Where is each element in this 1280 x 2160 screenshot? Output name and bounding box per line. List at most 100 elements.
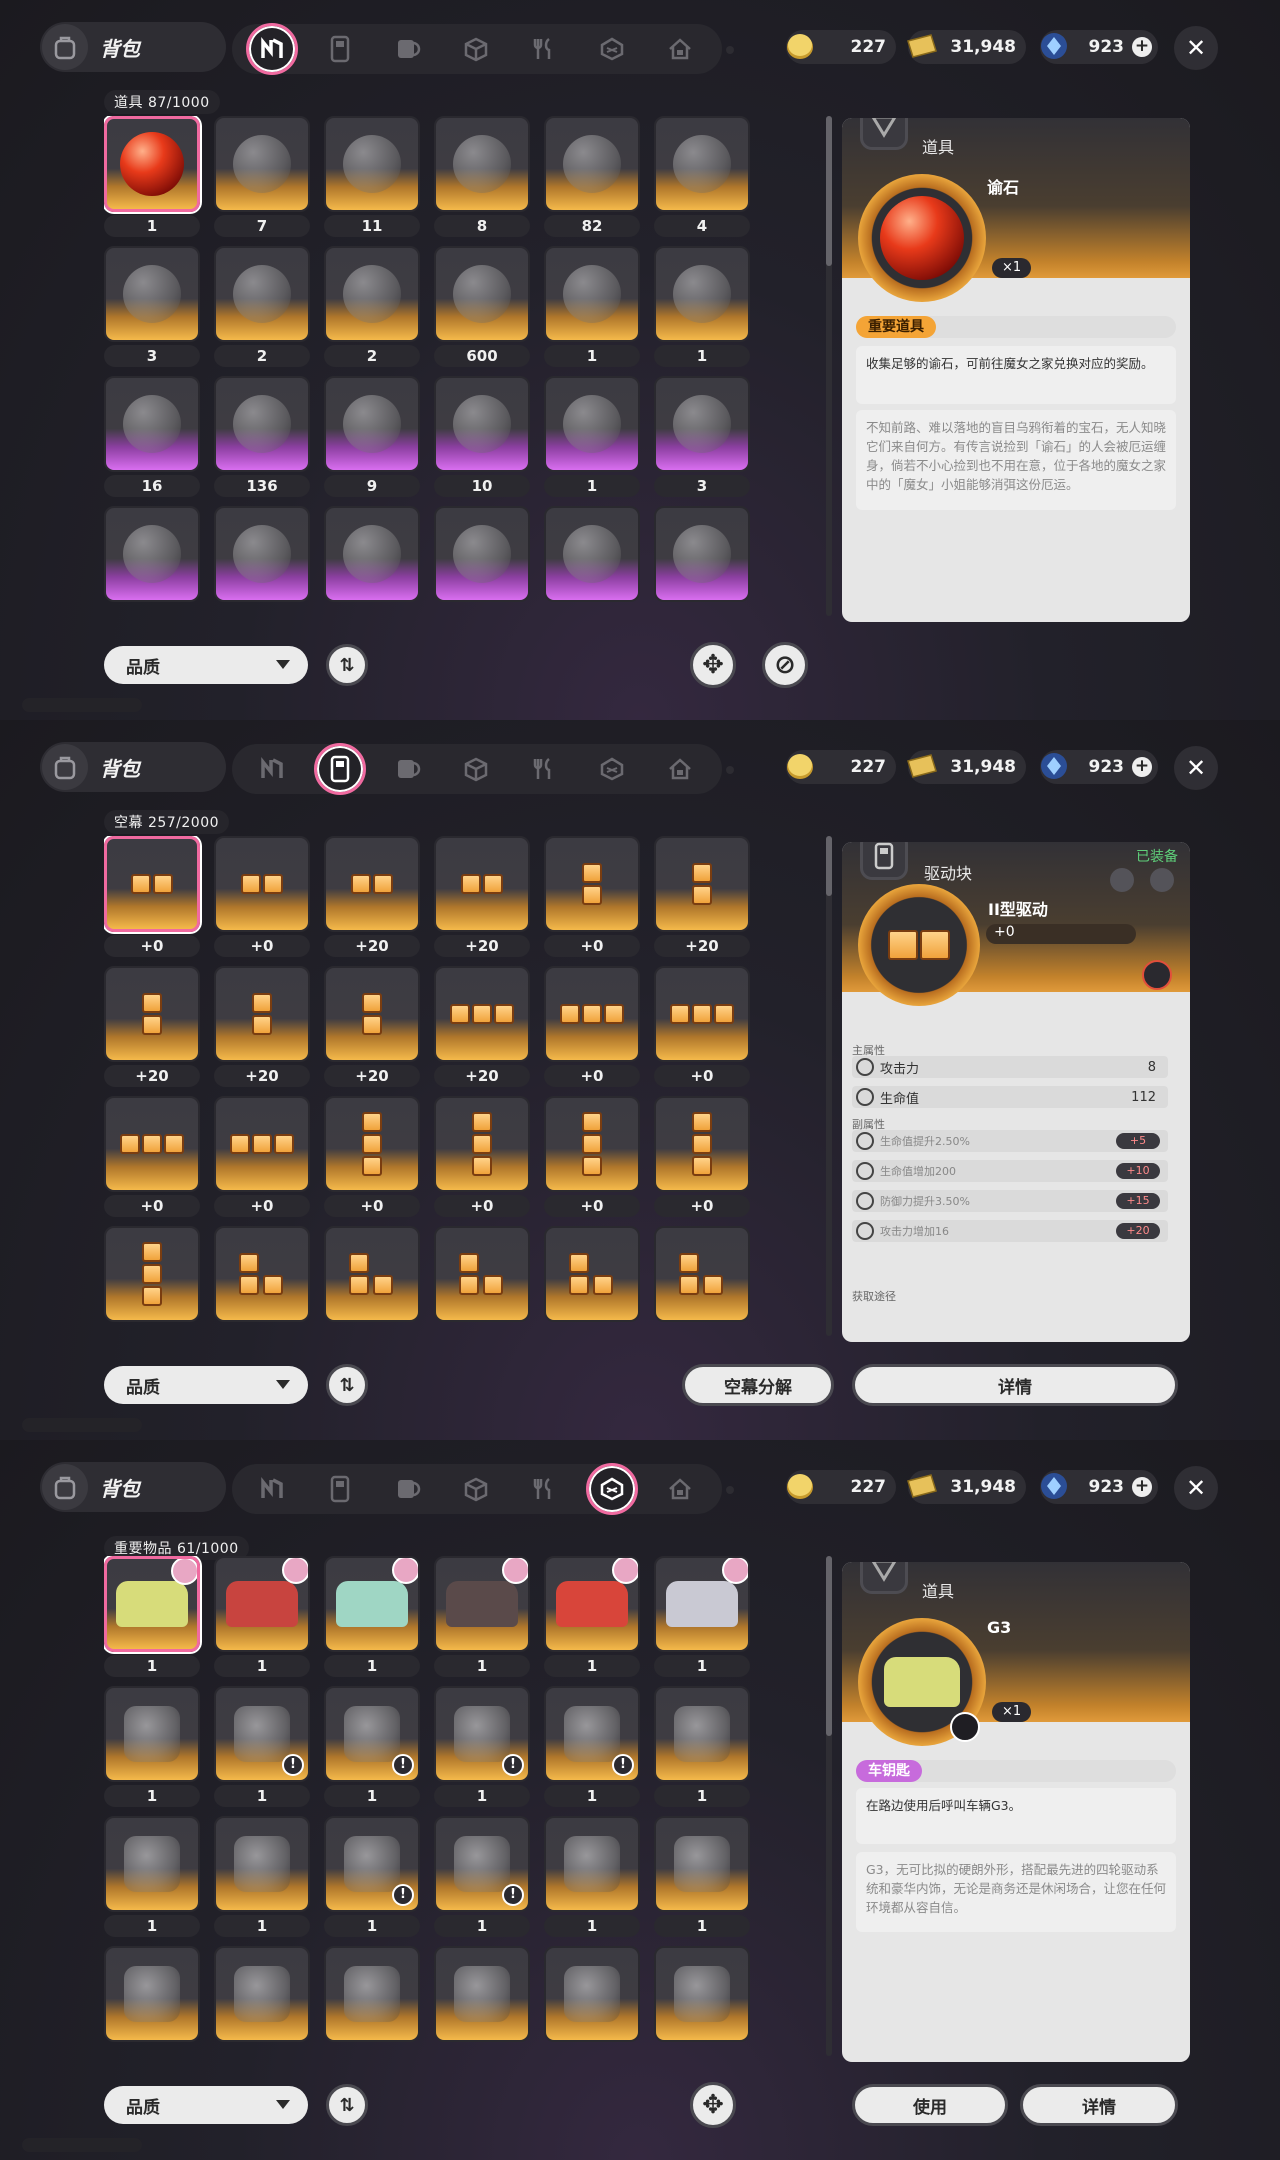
key-item-slot[interactable]: ! 1 bbox=[434, 1816, 530, 1940]
drive-disc-slot[interactable]: +0 bbox=[544, 1096, 640, 1220]
drive-disc-card[interactable] bbox=[214, 966, 310, 1062]
drive-disc-slot[interactable]: +20 bbox=[324, 1226, 420, 1322]
item-slot[interactable]: 1 bbox=[544, 246, 640, 370]
drive-disc-card[interactable] bbox=[214, 836, 310, 932]
drive-disc-card[interactable] bbox=[654, 966, 750, 1062]
sort-button[interactable]: ⇅ bbox=[326, 644, 368, 686]
key-item-slot[interactable]: 1 bbox=[104, 1686, 200, 1810]
sort-button[interactable]: ⇅ bbox=[326, 1364, 368, 1406]
details-button[interactable]: 详情 bbox=[852, 1364, 1178, 1406]
drive-disc-card[interactable] bbox=[544, 1226, 640, 1322]
item-card[interactable] bbox=[544, 506, 640, 602]
drive-disc-card[interactable] bbox=[214, 1226, 310, 1322]
key-item-slot[interactable]: 1 bbox=[434, 1556, 530, 1680]
key-item-card[interactable] bbox=[654, 1946, 750, 2042]
drive-disc-card[interactable] bbox=[104, 1226, 200, 1322]
key-item-slot[interactable]: 1 bbox=[104, 1946, 200, 2042]
drive-disc-slot[interactable]: +0 bbox=[324, 1096, 420, 1220]
item-card[interactable] bbox=[324, 506, 420, 602]
item-slot[interactable]: 16 bbox=[104, 376, 200, 500]
key-item-slot[interactable]: 1 bbox=[654, 1946, 750, 2042]
item-card[interactable] bbox=[214, 506, 310, 602]
close-button[interactable]: ✕ bbox=[1174, 26, 1218, 70]
item-slot[interactable]: 69 bbox=[214, 506, 310, 602]
use-button[interactable]: 使用 bbox=[852, 2084, 1008, 2126]
item-slot[interactable]: 4 bbox=[434, 506, 530, 602]
tab-materials[interactable] bbox=[442, 744, 510, 794]
tab-items[interactable] bbox=[238, 1464, 306, 1514]
key-item-card[interactable] bbox=[104, 1556, 200, 1652]
item-slot[interactable]: 3 bbox=[104, 246, 200, 370]
bag-button[interactable]: 背包 bbox=[40, 1462, 226, 1512]
item-slot[interactable]: 3 bbox=[654, 376, 750, 500]
quality-dropdown[interactable]: 品质 bbox=[104, 2086, 308, 2124]
add-gem-icon[interactable]: + bbox=[1132, 1477, 1152, 1497]
drive-disc-slot[interactable]: +0 bbox=[434, 1096, 530, 1220]
key-item-card[interactable]: ! bbox=[434, 1816, 530, 1912]
quality-dropdown[interactable]: 品质 bbox=[104, 1366, 308, 1404]
lock-icon[interactable] bbox=[1150, 868, 1174, 892]
item-card[interactable] bbox=[104, 116, 200, 212]
key-item-slot[interactable]: 1 bbox=[104, 1556, 200, 1680]
item-card[interactable] bbox=[654, 376, 750, 472]
key-item-card[interactable]: ! bbox=[214, 1686, 310, 1782]
discard-button[interactable]: ⊘ bbox=[762, 642, 808, 688]
drive-disc-card[interactable] bbox=[654, 1096, 750, 1192]
key-item-card[interactable] bbox=[104, 1946, 200, 2042]
move-button[interactable]: ✥ bbox=[690, 642, 736, 688]
tab-key-items[interactable] bbox=[578, 1463, 646, 1515]
key-item-card[interactable]: ! bbox=[324, 1686, 420, 1782]
key-item-card[interactable] bbox=[324, 1556, 420, 1652]
drive-disc-slot[interactable]: +20 bbox=[434, 966, 530, 1090]
sort-button[interactable]: ⇅ bbox=[326, 2084, 368, 2126]
drive-disc-slot[interactable]: +0 bbox=[654, 966, 750, 1090]
key-item-slot[interactable]: ! 1 bbox=[434, 1686, 530, 1810]
drive-disc-slot[interactable]: +0 bbox=[544, 1226, 640, 1322]
tab-items[interactable] bbox=[238, 23, 306, 75]
item-slot[interactable]: 17 bbox=[544, 506, 640, 602]
item-slot[interactable]: 7 bbox=[214, 116, 310, 240]
tab-food[interactable] bbox=[510, 1464, 578, 1514]
item-slot[interactable]: 1 bbox=[104, 116, 200, 240]
item-card[interactable] bbox=[544, 246, 640, 342]
quality-dropdown[interactable]: 品质 bbox=[104, 646, 308, 684]
item-card[interactable] bbox=[104, 246, 200, 342]
key-item-slot[interactable]: 75 bbox=[324, 1946, 420, 2042]
item-slot[interactable]: 1013 bbox=[654, 506, 750, 602]
decompose-button[interactable]: 空幕分解 bbox=[682, 1364, 834, 1406]
tab-drive-discs[interactable] bbox=[306, 743, 374, 795]
scroll-thumb[interactable] bbox=[826, 1556, 832, 1736]
drive-disc-card[interactable] bbox=[434, 836, 530, 932]
zoom-icon[interactable] bbox=[950, 1712, 980, 1742]
item-slot[interactable]: 8 bbox=[434, 116, 530, 240]
tab-drive-discs[interactable] bbox=[306, 1464, 374, 1514]
drive-disc-slot[interactable]: +0 bbox=[654, 1096, 750, 1220]
drive-disc-card[interactable] bbox=[434, 966, 530, 1062]
key-item-card[interactable] bbox=[544, 1946, 640, 2042]
item-card[interactable] bbox=[654, 116, 750, 212]
key-item-slot[interactable]: 1 bbox=[434, 1946, 530, 2042]
item-card[interactable] bbox=[434, 246, 530, 342]
item-card[interactable] bbox=[324, 376, 420, 472]
tab-key-items[interactable] bbox=[578, 744, 646, 794]
move-button[interactable]: ✥ bbox=[690, 2082, 736, 2128]
drive-disc-card[interactable] bbox=[544, 1096, 640, 1192]
add-gem-icon[interactable]: + bbox=[1132, 37, 1152, 57]
bag-button[interactable]: 背包 bbox=[40, 742, 226, 792]
key-item-card[interactable] bbox=[654, 1686, 750, 1782]
tab-furniture[interactable] bbox=[646, 1464, 714, 1514]
drive-disc-card[interactable] bbox=[654, 836, 750, 932]
drive-disc-card[interactable] bbox=[654, 1226, 750, 1322]
tab-food[interactable] bbox=[510, 744, 578, 794]
drive-disc-slot[interactable]: +0 bbox=[214, 836, 310, 960]
key-item-card[interactable] bbox=[434, 1556, 530, 1652]
tab-items[interactable] bbox=[238, 744, 306, 794]
close-button[interactable]: ✕ bbox=[1174, 1466, 1218, 1510]
scroll-thumb[interactable] bbox=[826, 116, 832, 266]
key-item-card[interactable] bbox=[544, 1556, 640, 1652]
tab-drive-discs[interactable] bbox=[306, 24, 374, 74]
item-slot[interactable]: 4 bbox=[324, 506, 420, 602]
item-slot[interactable]: 136 bbox=[214, 376, 310, 500]
tab-engines[interactable] bbox=[374, 24, 442, 74]
key-item-slot[interactable]: ! 1 bbox=[214, 1686, 310, 1810]
